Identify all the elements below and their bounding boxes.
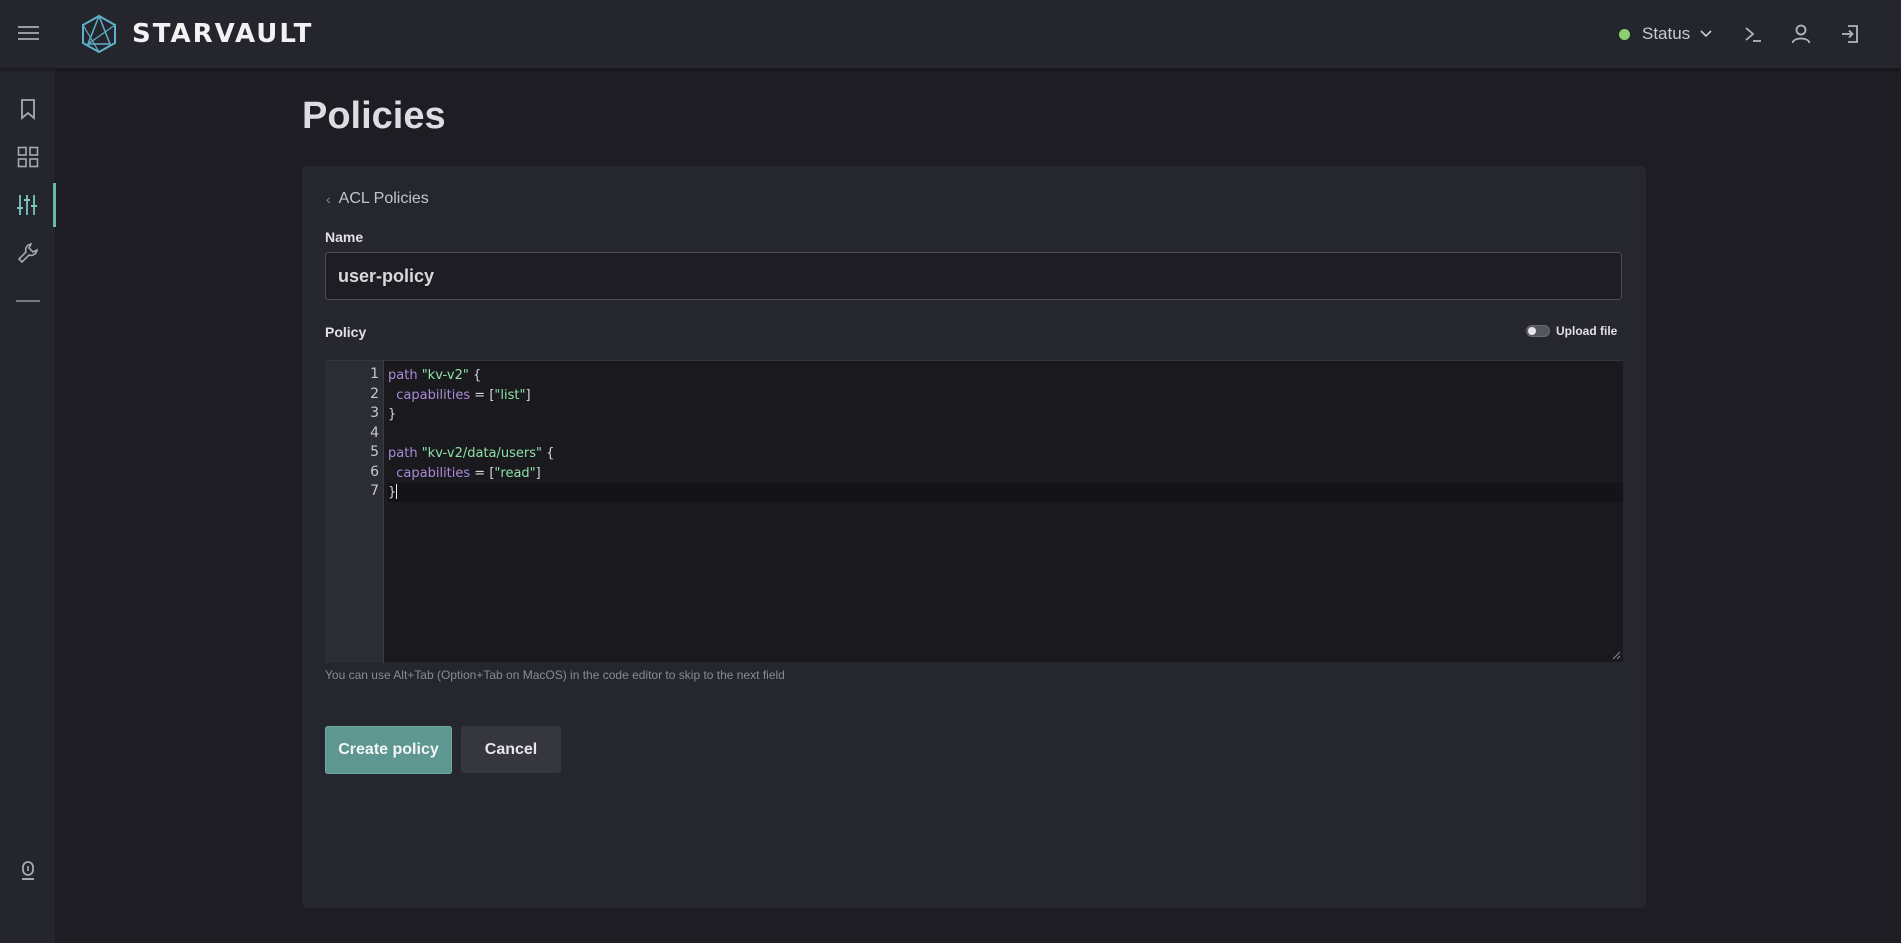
text-cursor — [396, 484, 398, 499]
resize-handle-icon[interactable] — [1612, 651, 1621, 660]
bookmark-icon — [21, 99, 35, 120]
code-token: "kv-v2/data/users" — [421, 446, 543, 461]
upload-file-toggle[interactable]: Upload file — [1526, 324, 1617, 338]
code-line[interactable]: path "kv-v2/data/users" { — [388, 444, 1623, 463]
sidebar-item-bookmark[interactable] — [0, 87, 56, 131]
code-token: capabilities — [396, 387, 471, 403]
status-label: Status — [1642, 24, 1691, 43]
code-token: = [ — [470, 387, 495, 403]
status-dropdown[interactable]: Status — [1619, 22, 1712, 46]
chevron-left-icon: ‹ — [326, 191, 331, 207]
line-number: 6 — [370, 463, 379, 480]
sidebar — [0, 69, 56, 943]
menu-icon[interactable] — [18, 26, 39, 41]
policy-form-card: ‹ ACL Policies Name Policy Upload file 1… — [302, 166, 1646, 908]
name-label: Name — [325, 229, 364, 245]
sidebar-divider — [16, 300, 40, 302]
policy-code-editor[interactable]: 1234567 path "kv-v2" { capabilities = ["… — [325, 360, 1623, 663]
code-token: path — [388, 446, 418, 461]
cancel-button[interactable]: Cancel — [461, 726, 561, 773]
user-icon[interactable] — [1789, 22, 1813, 46]
terminal-icon[interactable] — [1741, 22, 1765, 46]
code-token: ] — [535, 465, 541, 481]
name-input[interactable] — [325, 252, 1622, 300]
line-number-gutter: 1 2 3 4 5 6 7 — [325, 361, 384, 663]
code-token: capabilities — [396, 465, 471, 481]
wrench-icon — [17, 243, 38, 264]
code-line[interactable]: path "kv-v2" { — [388, 366, 1623, 385]
chevron-down-icon — [1700, 30, 1712, 38]
code-token: "read" — [494, 465, 536, 481]
brand-logo[interactable]: STARVAULT — [80, 14, 313, 54]
line-number: 4 — [370, 424, 379, 441]
line-number: 3 — [370, 405, 379, 421]
line-number: 7 — [370, 483, 379, 499]
sidebar-item-tools[interactable] — [0, 231, 56, 275]
status-indicator — [1619, 28, 1630, 40]
code-token: } — [388, 407, 397, 422]
toggle-switch[interactable] — [1526, 325, 1550, 337]
breadcrumb-back-link[interactable]: ‹ ACL Policies — [326, 190, 429, 208]
brand-name: STARVAULT — [132, 19, 314, 49]
code-line[interactable]: capabilities = ["list"] — [388, 386, 1623, 405]
code-line[interactable] — [388, 425, 1623, 444]
code-line[interactable]: capabilities = ["read"] — [388, 464, 1623, 483]
code-line[interactable]: } — [388, 405, 1623, 424]
editor-hint: You can use Alt+Tab (Option+Tab on MacOS… — [325, 668, 785, 682]
grid-icon — [17, 146, 39, 168]
toggle-knob — [1528, 327, 1536, 335]
code-token: = [ — [470, 465, 495, 481]
code-token: "kv-v2" — [421, 368, 469, 383]
sidebar-item-policies[interactable] — [0, 183, 56, 227]
code-token: ] — [525, 387, 531, 403]
logout-icon[interactable] — [1838, 22, 1862, 46]
sliders-icon — [16, 195, 37, 215]
create-policy-button[interactable]: Create policy — [325, 726, 452, 774]
top-bar: STARVAULT Status — [0, 0, 1901, 69]
code-token: path — [388, 368, 418, 383]
logo-icon — [82, 14, 116, 54]
upload-file-label: Upload file — [1556, 324, 1618, 338]
sidebar-item-dashboard[interactable] — [0, 135, 56, 179]
code-token: "list" — [494, 387, 526, 403]
code-token: { — [542, 446, 555, 461]
line-number: 5 — [370, 444, 379, 460]
line-number: 2 — [370, 385, 379, 402]
policy-label: Policy — [325, 324, 367, 340]
breadcrumb-label: ACL Policies — [338, 190, 429, 207]
code-line[interactable]: } — [388, 483, 1623, 502]
code-token: { — [468, 368, 482, 383]
line-number: 1 — [370, 366, 379, 382]
page-title: Policies — [302, 95, 446, 137]
code-token: } — [388, 485, 397, 500]
lightbulb-icon[interactable] — [0, 860, 56, 882]
